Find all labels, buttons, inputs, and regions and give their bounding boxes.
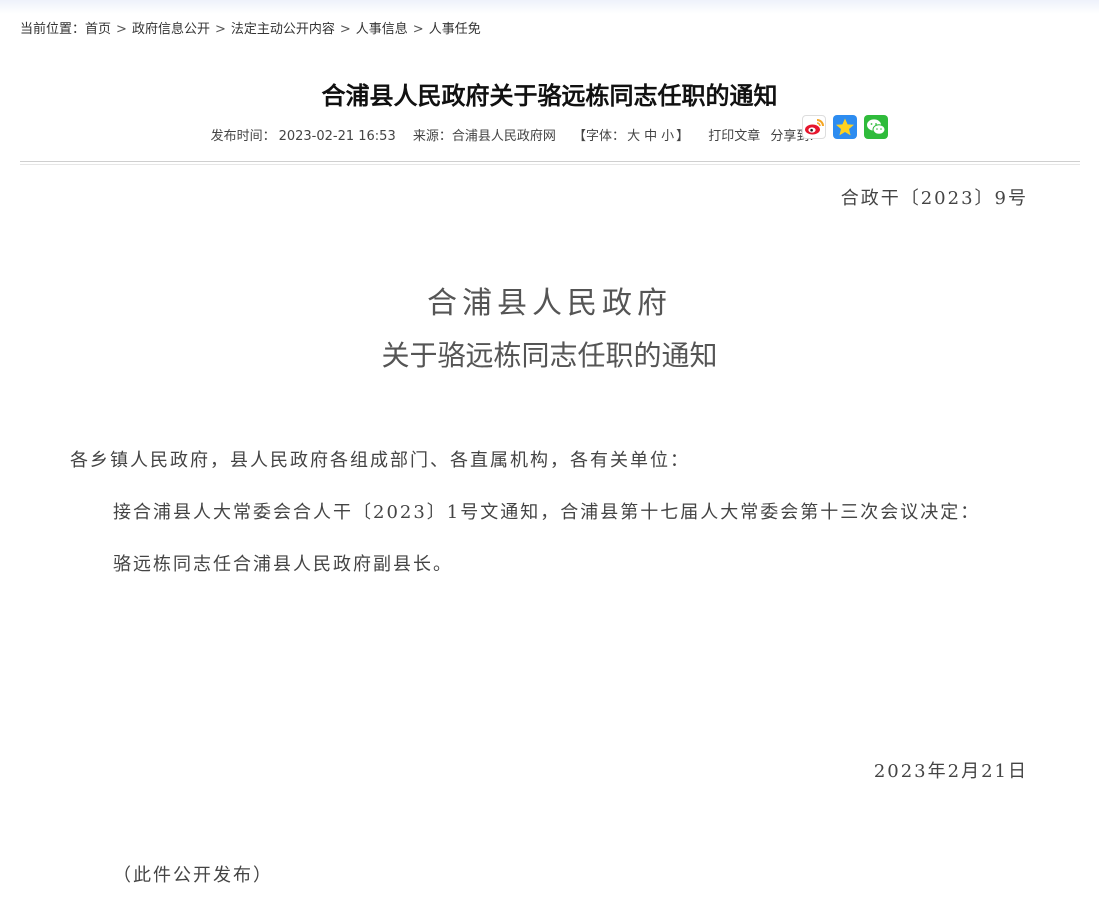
document-subject: 关于骆远栋同志任职的通知 (381, 339, 718, 372)
breadcrumb-separator: > (412, 22, 424, 37)
breadcrumb-separator: > (214, 22, 226, 37)
print-article-link[interactable]: 打印文章 (708, 129, 760, 144)
share-icons (802, 115, 888, 139)
publish-time: 2023-02-21 16:53 (278, 129, 396, 144)
breadcrumb-prefix: 当前位置： (20, 22, 86, 37)
article-meta: 发布时间： 2023-02-21 16:53 来源：合浦县人民政府网 【字体：大中… (0, 125, 1099, 144)
document-issuer: 合浦县人民政府 (427, 286, 672, 321)
weibo-icon[interactable] (802, 115, 826, 139)
qzone-icon[interactable] (833, 115, 857, 139)
source-label: 来源： (412, 129, 452, 144)
document-salutation: 各乡镇人民政府，县人民政府各组成部门、各直属机构，各有关单位： (70, 450, 690, 471)
font-size-open: 【字体： (573, 129, 626, 144)
source-value: 合浦县人民政府网 (451, 129, 556, 144)
article-title: 合浦县人民政府关于骆远栋同志任职的通知 (321, 82, 778, 110)
breadcrumb-personnel-info-link[interactable]: 人事信息 (356, 22, 408, 37)
header-divider (20, 161, 1080, 165)
document-paragraph: 骆远栋同志任合浦县人民政府副县长。 (113, 554, 453, 575)
wechat-icon[interactable] (864, 115, 888, 139)
breadcrumb-home-link[interactable]: 首页 (85, 22, 111, 37)
document-publish-note: （此件公开发布） (113, 865, 273, 886)
publish-label: 发布时间： (210, 129, 276, 144)
page: 当前位置：首页 > 政府信息公开 > 法定主动公开内容 > 人事信息 > 人事任免 合浦县人民政… (0, 0, 1099, 919)
font-medium-button[interactable]: 中 (644, 129, 657, 144)
breadcrumb: 当前位置：首页 > 政府信息公开 > 法定主动公开内容 > 人事信息 > 人事任免 (20, 18, 481, 37)
breadcrumb-separator: > (339, 22, 351, 37)
document-paragraph: 接合浦县人大常委会合人干〔2023〕1号文通知，合浦县第十七届人大常委会第十三次… (113, 502, 981, 523)
breadcrumb-separator: > (116, 22, 127, 37)
font-small-button[interactable]: 小 (661, 129, 674, 144)
breadcrumb-gov-info-link[interactable]: 政府信息公开 (132, 22, 210, 37)
font-size-close: 】 (676, 129, 690, 144)
font-large-button[interactable]: 大 (627, 129, 640, 144)
breadcrumb-statutory-content-link[interactable]: 法定主动公开内容 (231, 22, 335, 37)
document-date: 2023年2月21日 (873, 761, 1028, 782)
document-number: 合政干〔2023〕9号 (840, 188, 1028, 209)
breadcrumb-appointment-link[interactable]: 人事任免 (429, 22, 481, 37)
